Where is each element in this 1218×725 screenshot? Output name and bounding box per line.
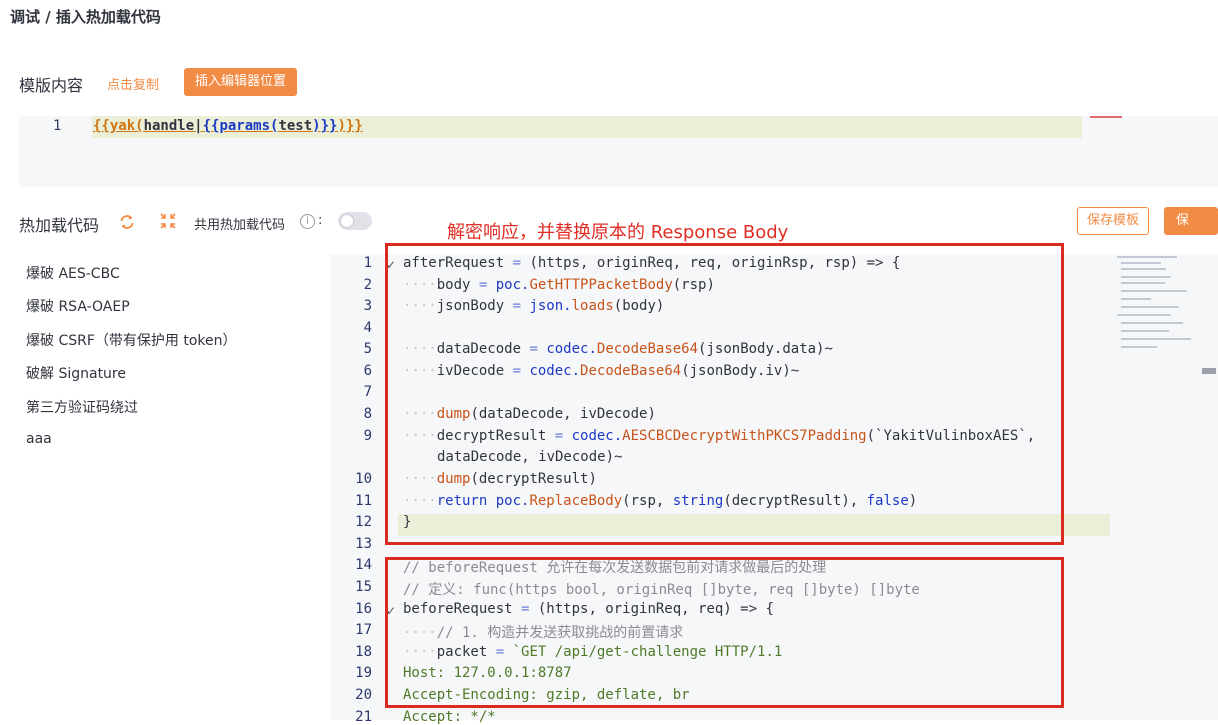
line-number: 7 bbox=[363, 384, 372, 400]
shared-hotload-toggle[interactable] bbox=[338, 212, 372, 230]
line-number: 20 bbox=[355, 687, 372, 703]
save-template-button[interactable]: 保存模板 bbox=[1077, 207, 1150, 235]
line-number: 13 bbox=[355, 536, 372, 552]
fullscreen-icon[interactable] bbox=[160, 213, 176, 229]
save-button[interactable]: 保 存 bbox=[1164, 207, 1218, 256]
tpl-token: )}} bbox=[337, 118, 363, 134]
tpl-token: {{yak( bbox=[93, 118, 144, 134]
line-number: 8 bbox=[363, 406, 372, 422]
line-number: 17 bbox=[355, 622, 372, 638]
tpl-token: )}} bbox=[312, 118, 338, 134]
line-number: 3 bbox=[363, 298, 372, 314]
template-minimap bbox=[1090, 116, 1122, 118]
tpl-token: {{params( bbox=[202, 118, 279, 134]
line-number: 15 bbox=[355, 579, 372, 595]
template-code: {{yak(handle|{{params(test)}})}} bbox=[93, 118, 363, 134]
line-number: 12 bbox=[355, 514, 372, 530]
scrollbar-thumb[interactable] bbox=[1202, 368, 1216, 374]
code-string: Accept: */* bbox=[403, 709, 496, 725]
highlight-box bbox=[385, 243, 1064, 545]
hotload-label: 热加载代码 bbox=[19, 216, 100, 235]
editor-minimap[interactable] bbox=[1117, 254, 1193, 354]
line-number: 14 bbox=[355, 557, 372, 573]
line-number: 16 bbox=[355, 601, 372, 617]
toggle-knob bbox=[340, 214, 354, 228]
highlight-box bbox=[385, 557, 1064, 708]
line-number: 5 bbox=[363, 341, 372, 357]
shared-hotload-label: 共用热加载代码 bbox=[194, 218, 286, 233]
breadcrumb: 调试 / 插入热加载代码 bbox=[10, 8, 161, 26]
line-number: 18 bbox=[355, 644, 372, 660]
line-number: 4 bbox=[363, 320, 372, 336]
line-number: 10 bbox=[355, 471, 372, 487]
line-number: 6 bbox=[363, 363, 372, 379]
shared-colon: : bbox=[318, 213, 323, 228]
annotation-text: 解密响应，并替换原本的 Response Body bbox=[447, 222, 789, 243]
copy-link[interactable]: 点击复制 bbox=[107, 74, 159, 93]
refresh-icon[interactable] bbox=[118, 213, 136, 231]
line-number: 21 bbox=[355, 709, 372, 725]
template-line-number: 1 bbox=[53, 118, 62, 134]
line-number: 11 bbox=[355, 493, 372, 509]
tpl-token: handle| bbox=[143, 118, 203, 134]
line-number: 9 bbox=[363, 428, 372, 444]
info-icon[interactable]: i bbox=[300, 214, 315, 229]
code-line: Accept: */* bbox=[403, 709, 496, 725]
line-number: 19 bbox=[355, 665, 372, 681]
template-label: 模版内容 bbox=[19, 76, 84, 95]
tpl-token: test bbox=[278, 118, 313, 134]
line-number: 1 bbox=[363, 255, 372, 271]
insert-editor-button[interactable]: 插入编辑器位置 bbox=[184, 68, 298, 96]
line-number: 2 bbox=[363, 277, 372, 293]
